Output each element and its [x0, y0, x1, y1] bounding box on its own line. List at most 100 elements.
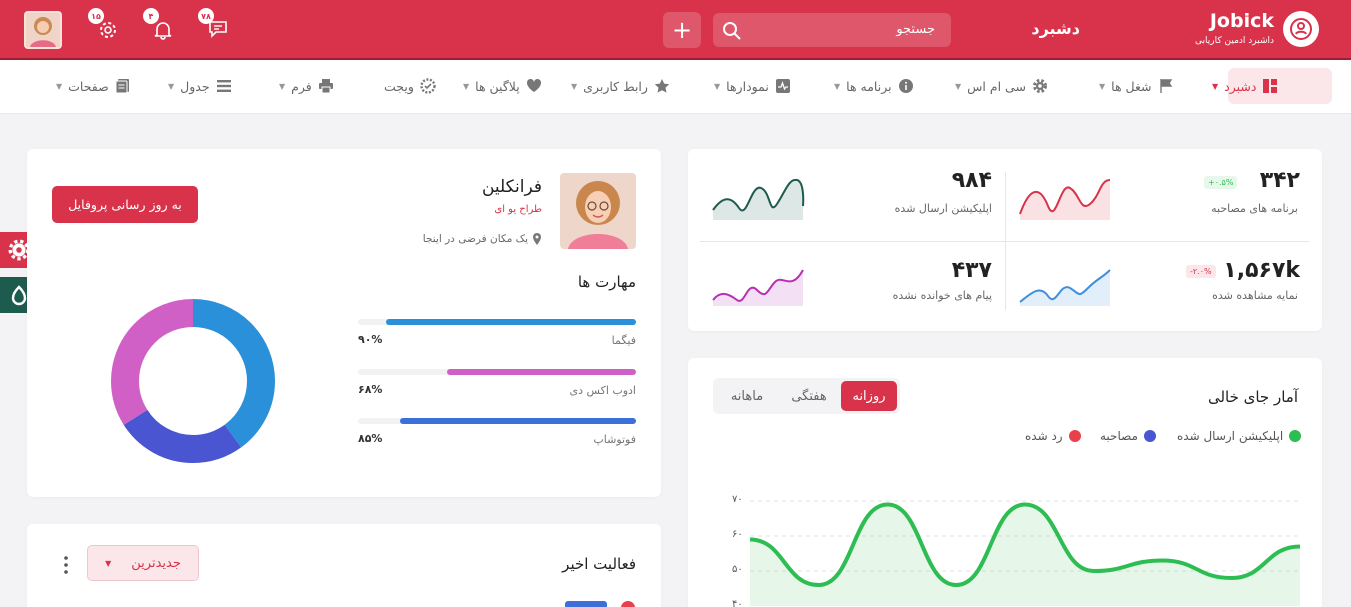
legend-applications-label: اپلیکیشن ارسال شده — [1177, 429, 1284, 443]
skill-bar-track — [358, 418, 636, 424]
nav-item-1[interactable]: ▼ شغل ها — [1099, 76, 1174, 96]
more-options-icon[interactable] — [62, 555, 70, 575]
user-avatar[interactable] — [24, 11, 62, 49]
location-text: یک مکان فرضی در اینجا — [422, 233, 528, 245]
legend-interviews[interactable]: مصاحبه — [1100, 429, 1156, 443]
skill-value: ۹۰% — [358, 333, 383, 346]
stats-divider-horizontal — [700, 241, 1309, 242]
skill-bar-fill — [385, 319, 636, 325]
grid-icon — [1263, 79, 1278, 93]
profile-views-label: نمایه مشاهده شده — [1212, 289, 1298, 302]
messages-badge: ۷۸ — [198, 8, 214, 24]
legend-dot — [1289, 430, 1302, 442]
info-icon — [898, 79, 913, 93]
notifications-badge: ۴ — [143, 8, 159, 24]
chevron-down-icon: ▼ — [279, 81, 286, 91]
chat-icon[interactable] — [208, 20, 228, 42]
nav-item-label: صفحات — [68, 78, 109, 94]
nav-item-0[interactable]: ▼ دشبرد — [1212, 76, 1278, 96]
applications-value: ۹۸۴ — [951, 168, 992, 193]
gear-icon — [1032, 79, 1047, 93]
gear-icon[interactable] — [98, 20, 118, 44]
y-tick-label: ۶۰ — [732, 529, 743, 540]
nav-item-10[interactable]: ▼ صفحات — [56, 76, 131, 96]
dropdown-caret-icon: ▼ — [105, 558, 112, 568]
chevron-down-icon: ▼ — [1212, 81, 1219, 91]
search-input[interactable]: جستجو — [713, 13, 951, 47]
nav-item-2[interactable]: ▼ سی ام اس — [955, 76, 1048, 96]
chevron-down-icon: ▼ — [463, 81, 470, 91]
drop-icon — [11, 285, 27, 306]
tab-daily[interactable]: روزانه — [841, 381, 897, 411]
applications-sparkline — [712, 178, 805, 220]
nav-item-6[interactable]: ▼ پلاگین ها — [463, 76, 542, 96]
legend-interviews-label: مصاحبه — [1100, 429, 1138, 443]
legend-applications[interactable]: اپلیکیشن ارسال شده — [1177, 429, 1302, 443]
nav-item-label: ویجت — [384, 78, 414, 94]
skill-bar-fill — [446, 369, 636, 375]
page-title: دشبرد — [1031, 19, 1080, 38]
interviews-value: ۳۴۲ — [1259, 168, 1300, 193]
table-icon — [216, 80, 231, 92]
profile-views-sparkline — [1019, 269, 1111, 306]
legend-dot — [1068, 430, 1081, 442]
legend-dot — [1143, 430, 1156, 442]
nav-item-8[interactable]: ▼ فرم — [279, 76, 334, 96]
skill-name: فوتوشاپ — [593, 433, 636, 446]
sort-dropdown[interactable]: ▼ جدیدترین — [87, 545, 199, 581]
skill-bar-track — [358, 369, 636, 375]
nav-item-label: برنامه ها — [846, 78, 892, 94]
logo-icon — [1283, 11, 1319, 47]
skill-bar-fill — [399, 418, 636, 424]
skills-donut-chart — [111, 299, 275, 463]
applications-label: اپلیکیشن ارسال شده — [894, 202, 992, 215]
dark-mode-icon[interactable] — [248, 18, 268, 42]
nav-item-9[interactable]: ▼ جدول — [168, 76, 232, 96]
bell-icon[interactable] — [153, 20, 173, 44]
nav-item-label: جدول — [180, 78, 210, 94]
nav-item-3[interactable]: ▼ برنامه ها — [834, 76, 914, 96]
add-button[interactable]: + — [663, 12, 701, 48]
nav-item-5[interactable]: ▼ رابط کاربری — [571, 76, 670, 96]
chevron-down-icon: ▼ — [714, 81, 721, 91]
update-profile-button[interactable]: به روز رسانی پروفایل — [52, 186, 198, 223]
sort-dropdown-value: جدیدترین — [131, 555, 181, 571]
legend-rejected-label: رد شده — [1025, 429, 1063, 443]
skill-name: ادوب اکس دی — [569, 384, 636, 397]
chevron-down-icon: ▼ — [955, 81, 962, 91]
activity-icon — [775, 79, 790, 93]
profile-photo — [560, 173, 636, 249]
skill-value: ۸۵% — [358, 432, 383, 445]
profile-name: فرانکلین — [481, 177, 542, 197]
settings-badge: ۱۵ — [88, 8, 104, 24]
profile-location: یک مکان فرضی در اینجا — [380, 233, 542, 245]
tab-weekly[interactable]: هفتگی — [780, 381, 838, 411]
search-icon[interactable] — [722, 21, 742, 45]
legend-rejected[interactable]: رد شده — [1025, 429, 1081, 443]
nav-item-label: پلاگین ها — [475, 78, 520, 94]
heart-icon — [526, 78, 541, 92]
nav-item-label: شغل ها — [1111, 78, 1152, 94]
nav-item-label: نمودارها — [726, 78, 769, 94]
interviews-change-badge: +۰.۵% — [1204, 176, 1238, 189]
search-placeholder: جستجو — [896, 22, 935, 37]
interviews-label: برنامه های مصاحبه — [1211, 202, 1298, 215]
brand-name: Jobick — [1209, 10, 1274, 32]
skill-value: ۶۸% — [358, 383, 383, 396]
flag-icon — [1159, 79, 1172, 93]
nav-item-7[interactable]: ویجت — [384, 76, 436, 96]
recent-activity-title: فعالیت اخیر — [562, 555, 636, 573]
activity-tag — [565, 601, 607, 607]
printer-icon — [318, 79, 333, 94]
profile-views-value: ۱,۵۶۷k — [1223, 258, 1300, 283]
unread-messages-label: پیام های خوانده نشده — [892, 289, 992, 302]
nav-item-4[interactable]: ▼ نمودارها — [714, 76, 791, 96]
brand-subtitle: داشبرد ادمین کاریابی — [1195, 36, 1274, 46]
star-icon — [654, 79, 670, 93]
tab-monthly[interactable]: ماهانه — [718, 381, 776, 411]
nav-item-label: دشبرد — [1224, 78, 1257, 94]
y-tick-label: ۵۰ — [732, 564, 743, 575]
profile-views-change-badge: -۲.۰% — [1186, 265, 1216, 278]
y-tick-label: ۴۰ — [732, 599, 743, 607]
location-pin-icon — [533, 233, 541, 245]
